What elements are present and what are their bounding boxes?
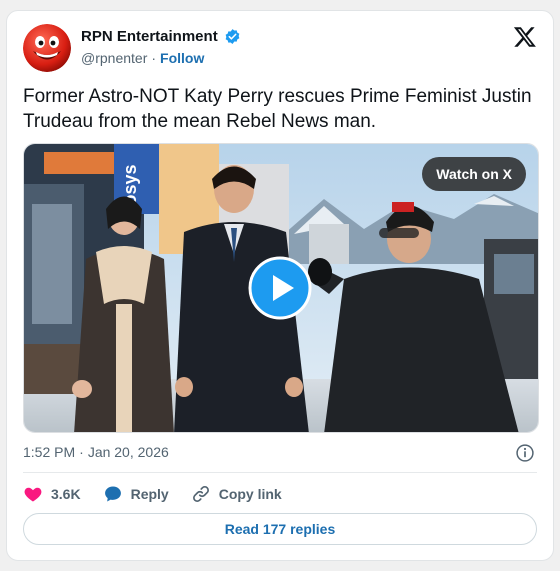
heart-icon bbox=[24, 487, 42, 502]
copy-link-button[interactable]: Copy link bbox=[191, 484, 282, 504]
divider bbox=[23, 472, 537, 473]
reply-button[interactable]: Reply bbox=[103, 484, 169, 504]
author-handle-row: @rpnenter · Follow bbox=[81, 50, 204, 66]
tweet-text: Former Astro-NOT Katy Perry rescues Prim… bbox=[23, 86, 532, 132]
copy-link-label: Copy link bbox=[218, 486, 282, 502]
link-icon bbox=[192, 486, 209, 502]
author-handle[interactable]: @rpnenter bbox=[81, 50, 147, 66]
tweet-card: RPN Entertainment @rpnenter · Follow For… bbox=[6, 10, 554, 561]
author-name-row: RPN Entertainment bbox=[81, 28, 241, 45]
meta-separator: · bbox=[79, 444, 84, 460]
tweet-date: Jan 20, 2026 bbox=[87, 444, 169, 460]
author-avatar[interactable] bbox=[23, 24, 71, 72]
action-bar: 3.6K Reply Copy link bbox=[23, 484, 304, 504]
watch-on-x-button[interactable]: Watch on X bbox=[422, 157, 526, 191]
reply-label: Reply bbox=[130, 486, 169, 502]
x-logo-icon[interactable] bbox=[513, 25, 537, 49]
read-replies-button[interactable]: Read 177 replies bbox=[23, 513, 537, 545]
verified-badge-icon bbox=[225, 29, 240, 44]
like-button[interactable]: 3.6K bbox=[23, 484, 81, 504]
author-display-name[interactable]: RPN Entertainment bbox=[81, 28, 218, 45]
tweet-time: 1:52 PM bbox=[23, 444, 76, 460]
like-count: 3.6K bbox=[51, 486, 81, 502]
tweet-timestamp[interactable]: 1:52 PM · Jan 20, 2026 bbox=[23, 444, 169, 460]
handle-separator: · bbox=[151, 50, 157, 66]
smiley-face-icon bbox=[23, 24, 71, 72]
play-icon[interactable] bbox=[248, 256, 312, 320]
video-thumbnail[interactable]: Infosys Watch on X bbox=[23, 143, 539, 433]
follow-button[interactable]: Follow bbox=[160, 50, 204, 66]
info-icon[interactable] bbox=[515, 443, 535, 463]
reply-bubble-icon bbox=[104, 486, 121, 502]
